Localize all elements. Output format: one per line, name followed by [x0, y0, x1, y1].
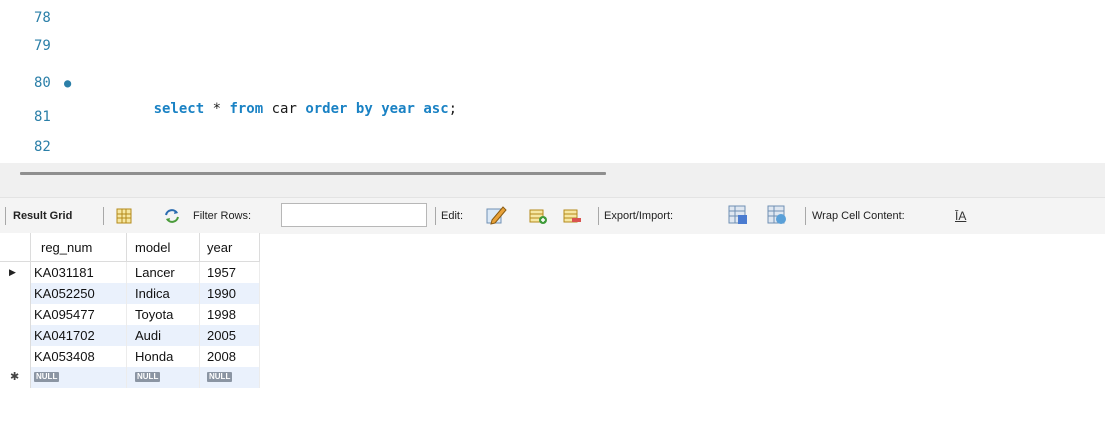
table-cell[interactable]: 2005: [199, 325, 260, 346]
table-row[interactable]: KA041702 Audi 2005: [0, 325, 260, 346]
add-row-icon[interactable]: [529, 207, 547, 225]
toolbar-separator: [598, 207, 599, 225]
toolbar-separator: [5, 207, 6, 225]
table-cell[interactable]: KA031181: [30, 261, 127, 283]
row-selector[interactable]: [0, 325, 31, 346]
editor-line[interactable]: 78: [0, 5, 1105, 31]
delete-row-icon[interactable]: [563, 207, 581, 225]
sql-editor[interactable]: 78 79 80 ● select * from car order by ye…: [0, 0, 1105, 163]
table-row[interactable]: KA053408 Honda 2008: [0, 346, 260, 367]
line-number: 81: [34, 109, 51, 125]
column-header-reg-num[interactable]: reg_num: [30, 233, 127, 262]
result-grid-tab[interactable]: Result Grid: [13, 209, 72, 223]
new-row[interactable]: ✱ NULL NULL NULL: [0, 367, 260, 388]
row-selector[interactable]: [0, 283, 31, 304]
line-number: 82: [34, 139, 51, 155]
row-selector[interactable]: ▶: [0, 261, 31, 283]
line-number: 79: [34, 38, 51, 54]
null-badge: NULL: [207, 372, 233, 382]
table-cell[interactable]: Honda: [126, 346, 200, 367]
editor-line[interactable]: 82: [0, 134, 1105, 160]
horizontal-scrollbar[interactable]: [20, 172, 606, 175]
table-cell[interactable]: KA053408: [30, 346, 127, 367]
table-cell[interactable]: NULL: [199, 367, 260, 388]
table-cell[interactable]: 2008: [199, 346, 260, 367]
editor-line-query[interactable]: 80 ● select * from car order by year asc…: [0, 70, 1105, 117]
filter-rows-input[interactable]: [281, 203, 427, 227]
refresh-icon[interactable]: [163, 207, 181, 225]
editor-line[interactable]: 81: [0, 104, 1105, 130]
editor-line[interactable]: 79: [0, 33, 1105, 59]
table-cell[interactable]: 1990: [199, 283, 260, 304]
result-grid[interactable]: reg_num model year ▶ KA031181 Lancer 195…: [0, 233, 260, 388]
export-icon[interactable]: [727, 204, 749, 226]
line-number: 78: [34, 10, 51, 26]
table-cell[interactable]: NULL: [126, 367, 200, 388]
null-badge: NULL: [34, 372, 60, 382]
toolbar-separator: [805, 207, 806, 225]
edit-label: Edit:: [441, 210, 464, 222]
table-cell[interactable]: KA041702: [30, 325, 127, 346]
toolbar-separator: [103, 207, 104, 225]
line-number: 80: [34, 75, 51, 91]
wrap-text-icon[interactable]: ĪA: [955, 209, 966, 223]
table-cell[interactable]: 1957: [199, 261, 260, 283]
panel-splitter[interactable]: [0, 163, 1105, 197]
table-row[interactable]: KA052250 Indica 1990: [0, 283, 260, 304]
table-cell[interactable]: Audi: [126, 325, 200, 346]
table-cell[interactable]: KA095477: [30, 304, 127, 325]
current-row-icon: ▶: [9, 267, 16, 277]
column-header-year[interactable]: year: [199, 233, 260, 262]
new-row-icon: ✱: [10, 371, 20, 383]
null-badge: NULL: [135, 372, 161, 382]
toolbar-separator: [435, 207, 436, 225]
row-selector[interactable]: [0, 346, 31, 367]
header-row: reg_num model year: [0, 233, 260, 262]
table-cell[interactable]: Lancer: [126, 261, 200, 283]
table-cell[interactable]: KA052250: [30, 283, 127, 304]
wrap-cell-content-label: Wrap Cell Content:: [812, 210, 905, 222]
table-cell[interactable]: Indica: [126, 283, 200, 304]
edit-pencil-icon[interactable]: [486, 204, 508, 226]
table-row[interactable]: KA095477 Toyota 1998: [0, 304, 260, 325]
table-cell[interactable]: NULL: [30, 367, 127, 388]
row-selector[interactable]: ✱: [0, 367, 31, 388]
column-header-model[interactable]: model: [126, 233, 200, 262]
table-cell[interactable]: 1998: [199, 304, 260, 325]
execution-marker-icon: ●: [64, 76, 72, 90]
result-toolbar: Result Grid Filter Rows: Edit: Export/Im…: [0, 197, 1105, 234]
export-import-label: Export/Import:: [604, 210, 674, 222]
filter-rows-label: Filter Rows:: [193, 210, 252, 222]
row-selector[interactable]: [0, 304, 31, 325]
table-row[interactable]: ▶ KA031181 Lancer 1957: [0, 261, 260, 283]
import-icon[interactable]: [766, 204, 788, 226]
grid-layout-icon[interactable]: [115, 207, 133, 225]
row-header-corner: [0, 233, 31, 262]
table-cell[interactable]: Toyota: [126, 304, 200, 325]
